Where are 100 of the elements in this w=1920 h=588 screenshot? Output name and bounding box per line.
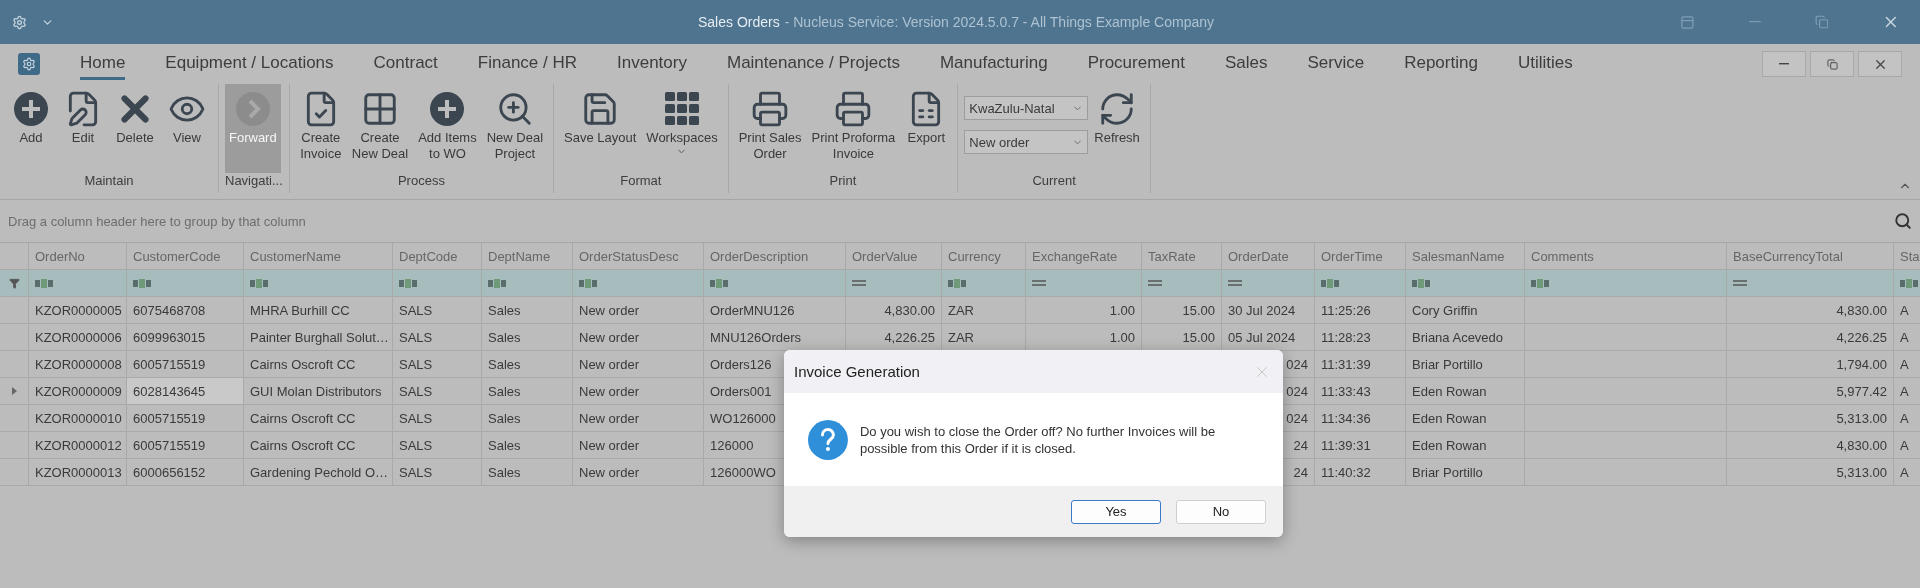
ribbon-tab[interactable]: Maintenance / Projects: [726, 48, 900, 80]
table-cell: 6000656152: [133, 464, 206, 480]
table-cell: SALS: [399, 383, 433, 399]
ribbon-tab[interactable]: Service: [1307, 48, 1365, 80]
table-cell: A: [1900, 302, 1909, 318]
dialog-button[interactable]: No: [1176, 499, 1266, 524]
column-header[interactable]: DeptName: [488, 248, 551, 264]
table-cell: 24: [1293, 437, 1308, 453]
chevron-circle-icon: [234, 91, 271, 127]
ribbon-button[interactable]: Print Proforma Invoice: [807, 84, 900, 173]
column-header[interactable]: DeptCode: [399, 248, 458, 264]
column-header[interactable]: BaseCurrencyTotal: [1733, 248, 1843, 264]
ribbon-tab[interactable]: Reporting: [1404, 48, 1478, 80]
table-cell: KZOR0000009: [35, 383, 122, 399]
ribbon-button[interactable]: Create New Deal: [347, 84, 413, 173]
text-filter-icon: [710, 278, 728, 288]
ribbon-tab[interactable]: Finance / HR: [477, 48, 578, 80]
column-header[interactable]: CustomerName: [250, 248, 342, 264]
restore-icon: [1826, 58, 1838, 70]
text-filter-icon: [35, 278, 53, 288]
ribbon-button[interactable]: Add Items to WO: [414, 84, 481, 173]
column-header[interactable]: OrderDescription: [710, 248, 809, 264]
column-header[interactable]: OrderNo: [35, 248, 85, 264]
close-button[interactable]: [1858, 51, 1902, 77]
column-header[interactable]: OrderValue: [852, 248, 918, 264]
column-header[interactable]: TaxRate: [1148, 248, 1196, 264]
table-cell: Cairns Oscroft CC: [250, 410, 356, 426]
column-header[interactable]: Comments: [1531, 248, 1594, 264]
restore-icon[interactable]: [1814, 15, 1829, 29]
ribbon-button[interactable]: Refresh: [1090, 84, 1144, 173]
table-cell: 11:31:39: [1321, 356, 1371, 372]
table-cell: 6005715519: [133, 410, 206, 426]
table-cell: 6005715519: [133, 437, 206, 453]
app-menu-button[interactable]: [18, 53, 40, 75]
search-icon[interactable]: [1894, 212, 1912, 230]
table-cell: KZOR0000006: [35, 329, 122, 345]
table-cell: Sales: [488, 437, 521, 453]
ribbon-button[interactable]: New Deal Project: [482, 84, 548, 173]
printer-icon: [834, 90, 873, 128]
ribbon-tab[interactable]: Inventory: [617, 48, 687, 80]
restore-button[interactable]: [1810, 51, 1854, 77]
dialog-button[interactable]: Yes: [1071, 499, 1161, 524]
ribbon-button[interactable]: Save Layout: [560, 84, 641, 173]
ribbon-button[interactable]: View: [162, 84, 212, 173]
ribbon-button[interactable]: Add: [6, 84, 56, 173]
ribbon-tab[interactable]: Contract: [373, 48, 438, 80]
window-title: Sales Orders: [698, 14, 780, 30]
ribbon-button[interactable]: Edit: [58, 84, 108, 173]
ribbon-button[interactable]: Workspaces: [642, 84, 722, 173]
column-header[interactable]: OrderStatusDesc: [579, 248, 679, 264]
equals-icon: [1228, 280, 1242, 286]
table-cell: Cairns Oscroft CC: [250, 356, 356, 372]
table-cell: ZAR: [948, 302, 974, 318]
table-cell: Briana Acevedo: [1412, 329, 1504, 345]
group-label: Print: [828, 173, 858, 190]
filter-icon[interactable]: [8, 277, 20, 289]
column-header[interactable]: OrderTime: [1321, 248, 1383, 264]
focused-cell[interactable]: 6028143645: [127, 378, 244, 404]
combo-box[interactable]: New order: [964, 130, 1089, 154]
table-cell: New order: [579, 410, 639, 426]
table-cell: 5,977.42: [1836, 383, 1887, 399]
ribbon-button[interactable]: Export: [901, 84, 952, 173]
equals-icon: [852, 280, 866, 286]
ribbon-tab[interactable]: Manufacturing: [939, 48, 1048, 80]
ribbon-tab[interactable]: Home: [80, 48, 126, 80]
table-cell: 1,794.00: [1836, 356, 1887, 372]
column-header[interactable]: OrderDate: [1228, 248, 1289, 264]
table-cell: 11:28:23: [1321, 329, 1371, 345]
combo-box[interactable]: KwaZulu-Natal: [964, 96, 1089, 120]
table-cell: 126000: [710, 437, 754, 453]
column-header[interactable]: Sta: [1900, 248, 1920, 264]
ribbon-tab[interactable]: Sales: [1224, 48, 1268, 80]
ribbon-tab[interactable]: Utilities: [1517, 48, 1573, 80]
text-filter-icon: [1531, 278, 1549, 288]
table-cell: Briar Portillo: [1412, 356, 1483, 372]
equals-icon: [1148, 280, 1162, 286]
ribbon-button[interactable]: Create Invoice: [295, 84, 346, 173]
panel-icon[interactable]: [1680, 14, 1695, 30]
column-header[interactable]: CustomerCode: [133, 248, 221, 264]
table-cell: 6075468708: [133, 302, 206, 318]
column-header[interactable]: Currency: [948, 248, 1001, 264]
column-header[interactable]: SalesmanName: [1412, 248, 1505, 264]
table-cell: OrderMNU126: [710, 302, 795, 318]
settings-icon[interactable]: [12, 14, 27, 30]
table-cell: 4,830.00: [1836, 302, 1887, 318]
table-cell: 11:33:43: [1321, 383, 1371, 399]
table-cell: New order: [579, 437, 639, 453]
text-filter-icon: [399, 278, 417, 288]
table-cell: SALS: [399, 410, 433, 426]
table-cell: Sales: [488, 410, 521, 426]
ribbon-button[interactable]: Delete: [110, 84, 160, 173]
ribbon-tab[interactable]: Procurement: [1087, 48, 1185, 80]
ribbon-tab[interactable]: Equipment / Locations: [165, 48, 334, 80]
column-header[interactable]: ExchangeRate: [1032, 248, 1118, 264]
table-cell: MHRA Burhill CC: [250, 302, 350, 318]
ribbon-button[interactable]: Print Sales Order: [734, 84, 806, 173]
table-cell: 15.00: [1182, 329, 1215, 345]
table-cell: KZOR0000005: [35, 302, 122, 318]
table-cell: Painter Burghall Solut…: [250, 329, 389, 345]
minimize-icon[interactable]: [1748, 21, 1761, 23]
